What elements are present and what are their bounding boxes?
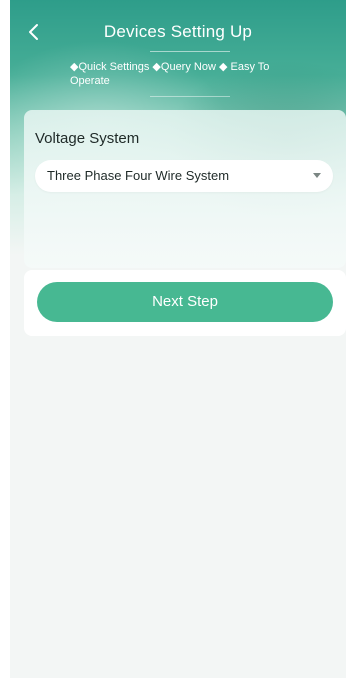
actions-card: Next Step — [24, 270, 346, 336]
app-screen: Devices Setting Up ◆Quick Settings ◆Quer… — [10, 0, 346, 678]
subtitle-divider — [150, 96, 230, 97]
title-divider — [150, 51, 230, 52]
voltage-settings-card: Voltage System Three Phase Four Wire Sys… — [24, 110, 346, 268]
voltage-system-value: Three Phase Four Wire System — [47, 168, 230, 183]
voltage-system-label: Voltage System — [35, 130, 140, 147]
caret-down-icon — [313, 173, 321, 178]
page-subtitle: ◆Quick Settings ◆Query Now ◆ Easy To Ope… — [70, 61, 270, 87]
voltage-system-select[interactable]: Three Phase Four Wire System — [35, 160, 333, 192]
next-step-button[interactable]: Next Step — [37, 282, 333, 322]
page-title: Devices Setting Up — [103, 22, 253, 41]
